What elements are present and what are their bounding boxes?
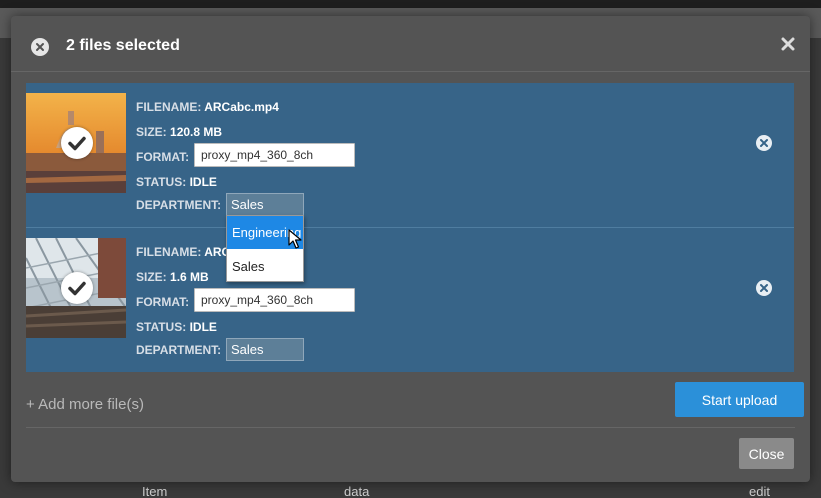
checkmark-icon [61,272,93,304]
department-select[interactable]: Sales [226,193,304,216]
status-row: STATUS: IDLE [136,175,217,189]
close-circle-icon[interactable] [31,38,49,56]
filename-label: FILENAME: [136,100,202,114]
dropdown-option-sales[interactable]: Sales [227,250,303,283]
format-input[interactable] [194,143,355,167]
size-row: SIZE: 120.8 MB [136,125,222,139]
size-label: SIZE: [136,270,167,284]
column-header-data: data [344,484,370,498]
file-thumbnail [26,93,126,193]
status-row: STATUS: IDLE [136,320,217,334]
column-header-edit: edit [749,484,770,498]
remove-circle-icon[interactable] [755,134,773,152]
status-label: STATUS: [136,175,187,189]
start-upload-button[interactable]: Start upload [675,382,804,417]
file-item: FILENAME: ARCabc.mp4 SIZE: 120.8 MB FORM… [26,83,794,228]
footer-divider [26,427,795,428]
filename-label: FILENAME: [136,245,202,259]
filename-row: FILENAME: ARC [136,245,230,259]
add-more-files-link[interactable]: + Add more file(s) [26,396,144,413]
mouse-pointer-icon [288,229,302,254]
department-label: DEPARTMENT: [136,198,222,212]
close-button[interactable]: Close [739,438,794,469]
format-label: FORMAT: [136,295,190,309]
app-top-bar [0,0,821,8]
status-value: IDLE [189,175,217,189]
close-x-icon[interactable] [779,35,797,53]
modal-title: 2 files selected [66,37,180,54]
column-header-item: Item [142,484,168,498]
size-value: 1.6 MB [170,270,209,284]
department-select[interactable]: Sales [226,338,304,361]
filename-value: ARCabc.mp4 [204,100,279,114]
checkmark-icon [61,127,93,159]
file-item: FILENAME: ARC SIZE: 1.6 MB FORMAT: STATU… [26,227,794,372]
status-label: STATUS: [136,320,187,334]
filename-row: FILENAME: ARCabc.mp4 [136,100,279,114]
remove-circle-icon[interactable] [755,279,773,297]
status-value: IDLE [189,320,217,334]
upload-modal: 2 files selected FILENAME: ARCabc.mp4 SI… [11,16,810,482]
file-list: FILENAME: ARCabc.mp4 SIZE: 120.8 MB FORM… [26,83,794,372]
file-thumbnail [26,238,126,338]
size-value: 120.8 MB [170,125,223,139]
department-label: DEPARTMENT: [136,343,222,357]
size-label: SIZE: [136,125,167,139]
format-label: FORMAT: [136,150,190,164]
modal-header: 2 files selected [11,16,810,72]
format-input[interactable] [194,288,355,312]
app-table-header [0,482,821,498]
size-row: SIZE: 1.6 MB [136,270,209,284]
